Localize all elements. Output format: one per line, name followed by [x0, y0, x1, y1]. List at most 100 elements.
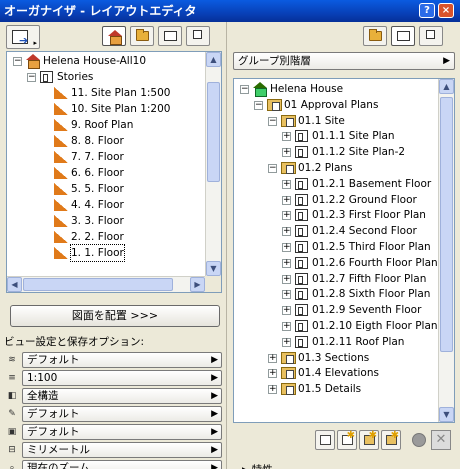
expand-toggle-icon[interactable]: +: [282, 306, 291, 316]
scroll-thumb[interactable]: [440, 97, 453, 352]
expand-toggle-icon[interactable]: +: [282, 148, 291, 158]
close-button[interactable]: ×: [438, 3, 454, 18]
expand-toggle-icon[interactable]: +: [268, 385, 277, 395]
scroll-left-arrow[interactable]: ◀: [7, 277, 22, 292]
view-map-options-button[interactable]: ➔ ▸: [6, 25, 40, 49]
scroll-down-arrow[interactable]: ▼: [439, 407, 454, 422]
view-option-select[interactable]: 1:100 ▶: [22, 370, 222, 386]
tree-row[interactable]: +01.3 Sections: [234, 350, 454, 366]
layout-book-tree[interactable]: − Helena House −01 Approval Plans −01.1 Sit…: [233, 78, 455, 423]
scroll-up-arrow[interactable]: ▲: [439, 79, 454, 94]
hierarchy-dropdown[interactable]: グループ別階層 ▶: [233, 52, 455, 70]
expand-toggle-icon[interactable]: +: [282, 337, 291, 347]
view-option-row[interactable]: ✎ デフォルト ▶: [6, 406, 222, 422]
tree-row[interactable]: − 01 Approval Plans: [234, 97, 454, 113]
expand-toggle-icon[interactable]: +: [282, 290, 291, 300]
expand-toggle-icon[interactable]: +: [282, 211, 291, 221]
tree-row[interactable]: − Helena House-All10: [7, 53, 221, 69]
expand-toggle-icon[interactable]: −: [240, 85, 249, 94]
tree-row[interactable]: 10. Site Plan 1:200: [7, 101, 221, 117]
expand-toggle-icon[interactable]: +: [282, 227, 291, 237]
tree-row[interactable]: +01.2.11 Roof Plan: [234, 334, 454, 350]
vertical-scrollbar[interactable]: ▲ ▼: [205, 52, 221, 276]
tree-row[interactable]: +01.2.2 Ground Floor: [234, 192, 454, 208]
tree-row[interactable]: +01.2.9 Seventh Floor: [234, 302, 454, 318]
tree-row[interactable]: 1. 1. Floor: [7, 244, 221, 262]
expand-toggle-icon[interactable]: −: [27, 73, 36, 82]
tree-row[interactable]: 7. 7. Floor: [7, 149, 221, 165]
tree-row[interactable]: +01.2.10 Eigth Floor Plan: [234, 318, 454, 334]
help-button[interactable]: ?: [419, 3, 435, 18]
expand-toggle-icon[interactable]: +: [282, 322, 291, 331]
tree-row[interactable]: − Stories: [7, 69, 221, 85]
tree-row[interactable]: +01.1.2 Site Plan-2: [234, 144, 454, 160]
view-option-row[interactable]: ◧ 全構造 ▶: [6, 388, 222, 404]
tree-row[interactable]: 11. Site Plan 1:500: [7, 85, 221, 101]
tree-row[interactable]: +01.2.7 Fifth Floor Plan: [234, 271, 454, 287]
expand-toggle-icon[interactable]: +: [268, 353, 277, 363]
vertical-scrollbar[interactable]: ▲ ▼: [438, 79, 454, 422]
expand-toggle-icon[interactable]: +: [282, 274, 291, 284]
view-option-row[interactable]: ⌕ 現在のズーム ▶: [6, 460, 222, 469]
new-layout-button[interactable]: [315, 430, 335, 450]
tree-row[interactable]: +01.2.8 Sixth Floor Plan: [234, 286, 454, 302]
tree-row[interactable]: +01.2.1 Basement Floor: [234, 176, 454, 192]
tree-row[interactable]: 2. 2. Floor: [7, 229, 221, 245]
new-folder-button[interactable]: ✱: [381, 430, 401, 450]
expand-toggle-icon[interactable]: +: [282, 243, 291, 252]
view-option-select[interactable]: ミリメートル ▶: [22, 442, 222, 458]
expand-toggle-icon[interactable]: +: [282, 195, 291, 205]
layout-book-tab-right[interactable]: [391, 26, 415, 46]
horizontal-scrollbar[interactable]: ◀ ▶: [7, 276, 205, 292]
tree-row[interactable]: 9. Roof Plan: [7, 117, 221, 133]
publisher-tab-right[interactable]: [419, 26, 443, 46]
view-option-select[interactable]: 現在のズーム ▶: [22, 460, 222, 469]
tree-row[interactable]: +01.2.5 Third Floor Plan: [234, 239, 454, 255]
view-option-select[interactable]: 全構造 ▶: [22, 388, 222, 404]
new-master-button[interactable]: ✱: [337, 430, 357, 450]
tree-row[interactable]: +01.1.1 Site Plan: [234, 128, 454, 144]
scroll-up-arrow[interactable]: ▲: [206, 52, 221, 67]
layout-book-tab[interactable]: [158, 26, 182, 46]
view-option-select[interactable]: デフォルト ▶: [22, 352, 222, 368]
delete-button[interactable]: ✕: [431, 430, 451, 450]
tree-row[interactable]: +01.2.6 Fourth Floor Plan: [234, 255, 454, 271]
view-option-row[interactable]: ≋ デフォルト ▶: [6, 352, 222, 368]
tree-row[interactable]: 5. 5. Floor: [7, 181, 221, 197]
expand-toggle-icon[interactable]: +: [282, 258, 291, 268]
project-map-tree[interactable]: − Helena House-All10− Stories 11. Site Plan…: [6, 51, 222, 293]
expand-toggle-icon[interactable]: −: [13, 57, 22, 66]
tree-row[interactable]: − 01.2 Plans: [234, 160, 454, 176]
scroll-thumb[interactable]: [207, 82, 220, 182]
view-option-row[interactable]: ▣ デフォルト ▶: [6, 424, 222, 440]
tree-row[interactable]: 3. 3. Floor: [7, 213, 221, 229]
expand-toggle-icon[interactable]: +: [282, 179, 291, 189]
tree-row[interactable]: 4. 4. Floor: [7, 197, 221, 213]
expand-toggle-icon[interactable]: +: [268, 369, 277, 379]
view-map-tab[interactable]: [130, 26, 154, 46]
expand-toggle-icon[interactable]: −: [254, 100, 263, 110]
view-option-row[interactable]: ≡ 1:100 ▶: [6, 370, 222, 386]
expand-toggle-icon[interactable]: −: [268, 116, 277, 126]
tree-row[interactable]: +01.5 Details: [234, 381, 454, 397]
expand-toggle-icon[interactable]: −: [268, 164, 277, 173]
tree-row[interactable]: 8. 8. Floor: [7, 133, 221, 149]
view-option-select[interactable]: デフォルト ▶: [22, 406, 222, 422]
publisher-tab[interactable]: [186, 26, 210, 46]
tree-row[interactable]: +01.2.4 Second Floor: [234, 223, 454, 239]
tree-row[interactable]: 6. 6. Floor: [7, 165, 221, 181]
scroll-thumb-h[interactable]: [23, 278, 173, 291]
tree-row[interactable]: +01.4 Elevations: [234, 365, 454, 381]
tree-row[interactable]: +01.2.3 First Floor Plan: [234, 207, 454, 223]
expand-toggle-icon[interactable]: +: [282, 132, 291, 142]
view-map-tab-right[interactable]: [363, 26, 387, 46]
new-subset-button[interactable]: ✱: [359, 430, 379, 450]
scroll-right-arrow[interactable]: ▶: [190, 277, 205, 292]
view-option-row[interactable]: ⊟ ミリメートル ▶: [6, 442, 222, 458]
tree-row[interactable]: − 01.1 Site: [234, 113, 454, 129]
properties-section[interactable]: ▶ 特性: [242, 462, 273, 469]
project-map-tab[interactable]: [102, 26, 126, 46]
view-option-select[interactable]: デフォルト ▶: [22, 424, 222, 440]
tree-row[interactable]: − Helena House: [234, 81, 454, 97]
place-drawing-button[interactable]: 図面を配置 >>>: [10, 305, 220, 327]
